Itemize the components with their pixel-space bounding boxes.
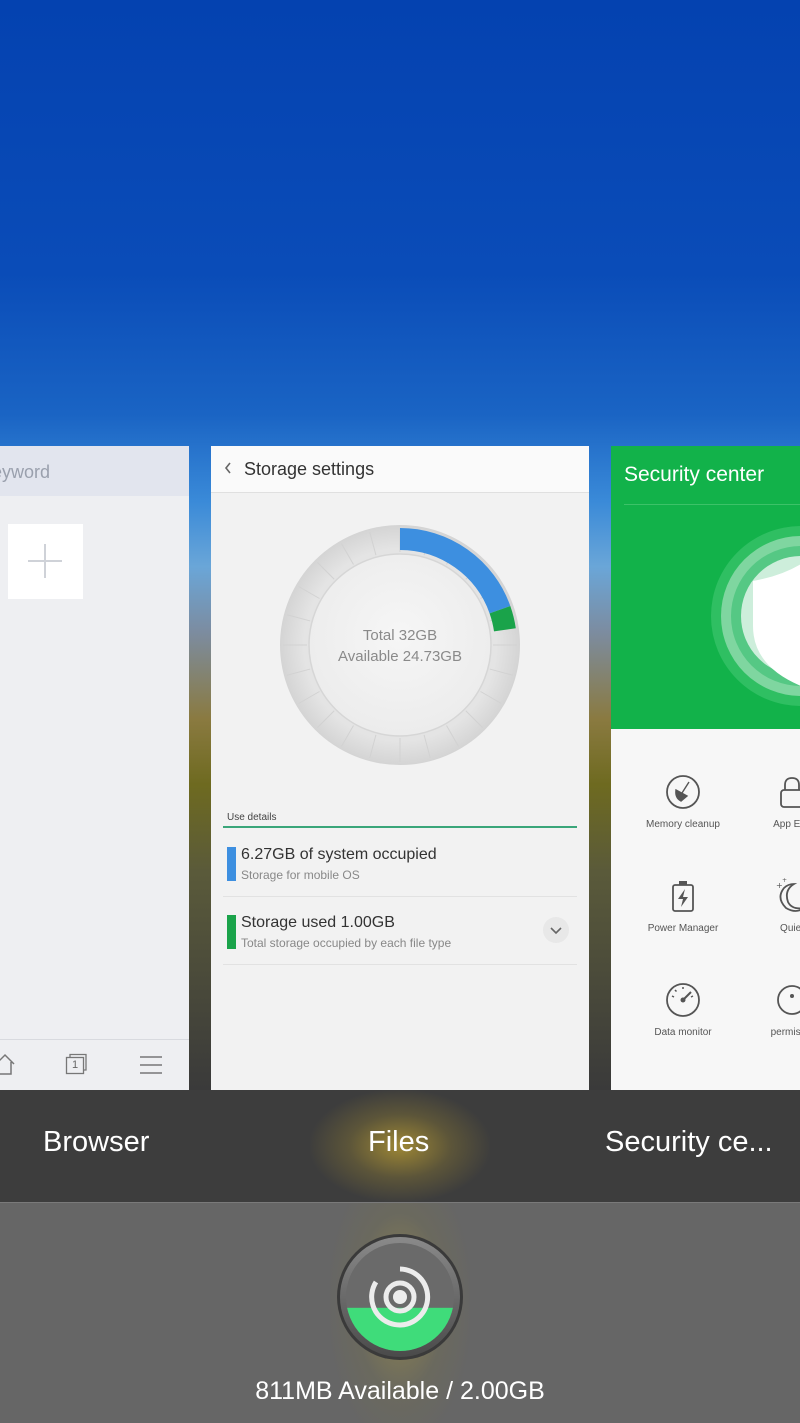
browser-card[interactable]: eyword 1: [0, 446, 189, 1090]
tool-label: permissio: [770, 1027, 800, 1038]
app-label-security[interactable]: Security ce...: [605, 1126, 773, 1159]
used-color-bar: [227, 915, 236, 949]
tool-app-encryption[interactable]: App Enc: [722, 774, 800, 830]
permission-icon: [777, 985, 800, 1015]
tool-quiet[interactable]: + + Quiet: [722, 878, 800, 934]
tool-label: App Enc: [773, 819, 800, 830]
browser-search-bar[interactable]: eyword: [0, 446, 189, 496]
memory-clean-button[interactable]: [336, 1233, 464, 1361]
tool-label: Quiet: [780, 923, 800, 934]
storage-donut-chart: [276, 521, 524, 769]
row-subtitle: Total storage occupied by each file type: [241, 936, 452, 950]
storage-row-used[interactable]: Storage used 1.00GB Total storage occupi…: [223, 898, 577, 965]
divider: [223, 826, 577, 828]
memory-panel: 811MB Available / 2.00GB: [0, 1202, 800, 1423]
app-label-files[interactable]: Files: [368, 1126, 429, 1159]
lock-icon: [780, 777, 800, 808]
security-header: Security center: [611, 446, 800, 729]
row-title: 6.27GB of system occupied: [241, 846, 437, 863]
app-label-browser[interactable]: Browser: [43, 1126, 149, 1159]
svg-text:+: +: [782, 878, 787, 884]
memory-status: 811MB Available / 2.00GB: [255, 1377, 545, 1405]
home-icon[interactable]: [0, 1052, 16, 1076]
gauge-icon: [666, 983, 700, 1017]
system-color-bar: [227, 847, 236, 881]
storage-title: Storage settings: [244, 459, 375, 479]
battery-icon: [672, 881, 694, 912]
row-title: Storage used 1.00GB: [241, 914, 395, 931]
use-details-label: Use details: [227, 812, 277, 823]
row-subtitle: Storage for mobile OS: [241, 868, 360, 882]
tool-permissions[interactable]: permissio: [722, 982, 800, 1038]
moon-icon: + +: [776, 878, 800, 912]
app-label-strip: Browser Files Security ce...: [0, 1090, 800, 1202]
shield-icon: [711, 526, 800, 706]
storage-header: Storage settings: [211, 446, 589, 493]
browser-search-placeholder: eyword: [0, 462, 51, 482]
tab-count: 1: [71, 1059, 79, 1071]
security-card[interactable]: Security center Memory cleanup App Enc P: [611, 446, 800, 1090]
files-card[interactable]: Storage settings Total 32GB Available 24…: [211, 446, 589, 1090]
storage-available: Available 24.73GB: [338, 648, 462, 665]
storage-row-system[interactable]: 6.27GB of system occupied Storage for mo…: [223, 830, 577, 897]
divider: [624, 504, 800, 505]
browser-toolbar: 1: [0, 1039, 189, 1090]
menu-icon[interactable]: [140, 1055, 162, 1075]
plus-icon[interactable]: [8, 524, 83, 599]
tabs-icon[interactable]: 1: [65, 1053, 87, 1075]
chevron-down-icon[interactable]: [543, 917, 569, 943]
back-icon[interactable]: [223, 460, 233, 476]
broom-icon: [666, 775, 700, 809]
security-title: Security center: [624, 463, 765, 486]
storage-total: Total 32GB: [362, 627, 438, 644]
